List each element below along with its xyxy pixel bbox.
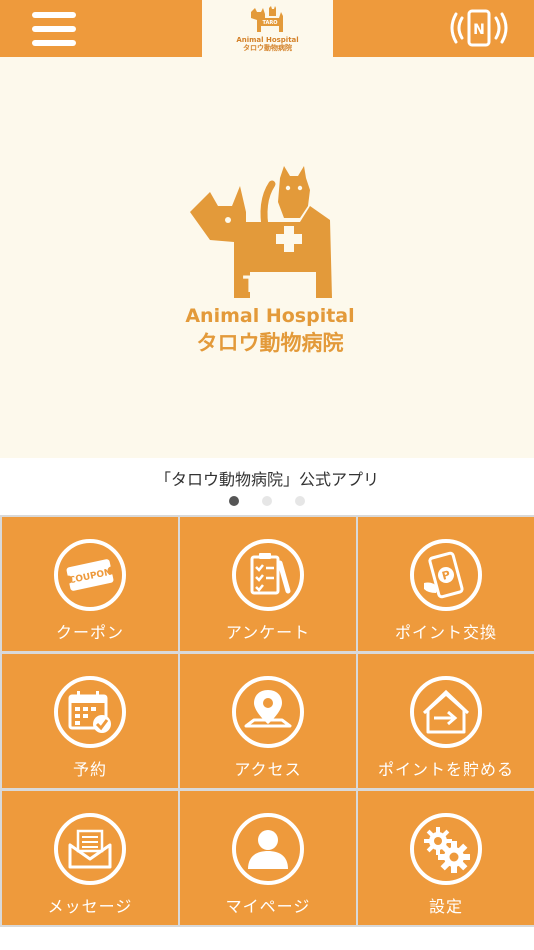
menu-item-message[interactable]: メッセージ xyxy=(2,791,178,925)
survey-clipboard-icon xyxy=(232,539,304,611)
menu-label: アクセス xyxy=(234,760,302,779)
banner-jp-text: タロウ動物病院 xyxy=(196,331,344,355)
menu-item-mypage[interactable]: マイページ xyxy=(180,791,356,925)
menu-label: 設定 xyxy=(428,897,463,916)
point-phone-icon: P xyxy=(410,539,482,611)
carousel-dot-2[interactable] xyxy=(262,496,272,506)
menu-label: アンケート xyxy=(225,623,311,642)
user-icon xyxy=(232,813,304,885)
banner-en-text: Animal Hospital xyxy=(185,305,355,327)
hero-banner[interactable]: TARO Animal Hospital タロウ動物病院 xyxy=(0,57,534,458)
carousel-indicator[interactable] xyxy=(0,496,534,508)
menu-item-collect-points[interactable]: ポイントを貯める xyxy=(358,654,534,788)
house-arrow-icon xyxy=(410,676,482,748)
calendar-check-icon xyxy=(54,676,126,748)
menu-label: ポイント交換 xyxy=(394,623,497,642)
menu-label: メッセージ xyxy=(47,897,133,916)
gears-icon xyxy=(410,813,482,885)
svg-text:N: N xyxy=(473,22,485,38)
carousel-dot-3[interactable] xyxy=(295,496,305,506)
menu-grid: COUPON クーポン アンケート P ポイント交換 予約 アクセス ポイントを… xyxy=(0,515,534,927)
menu-item-coupon[interactable]: COUPON クーポン xyxy=(2,517,178,651)
menu-item-survey[interactable]: アンケート xyxy=(180,517,356,651)
menu-item-reservation[interactable]: 予約 xyxy=(2,654,178,788)
menu-item-access[interactable]: アクセス xyxy=(180,654,356,788)
logo-taro-text: TARO xyxy=(262,20,277,26)
taro-dog-cat-logo-icon: TARO xyxy=(190,166,332,298)
menu-item-settings[interactable]: 設定 xyxy=(358,791,534,925)
menu-label: 予約 xyxy=(72,760,107,779)
hamburger-menu-icon[interactable] xyxy=(30,9,80,49)
app-header: TARO Animal Hospital タロウ動物病院 N xyxy=(0,0,534,57)
banner-caption: 「タロウ動物病院」公式アプリ xyxy=(154,470,379,489)
menu-item-point-exchange[interactable]: P ポイント交換 xyxy=(358,517,534,651)
menu-label: ポイントを貯める xyxy=(377,760,514,779)
menu-label: クーポン xyxy=(55,623,124,642)
dog-cat-logo-icon: TARO xyxy=(250,5,283,32)
banner-taro-text: TARO xyxy=(243,273,309,298)
header-logo[interactable]: TARO Animal Hospital タロウ動物病院 xyxy=(202,0,333,57)
menu-label: マイページ xyxy=(225,897,311,916)
logo-en-text: Animal Hospital xyxy=(236,35,299,44)
coupon-icon: COUPON xyxy=(54,539,126,611)
map-pin-icon xyxy=(232,676,304,748)
carousel-dot-1[interactable] xyxy=(229,496,239,506)
envelope-icon xyxy=(54,813,126,885)
logo-jp-text: タロウ動物病院 xyxy=(243,43,292,52)
nfc-phone-icon[interactable]: N xyxy=(450,8,508,48)
